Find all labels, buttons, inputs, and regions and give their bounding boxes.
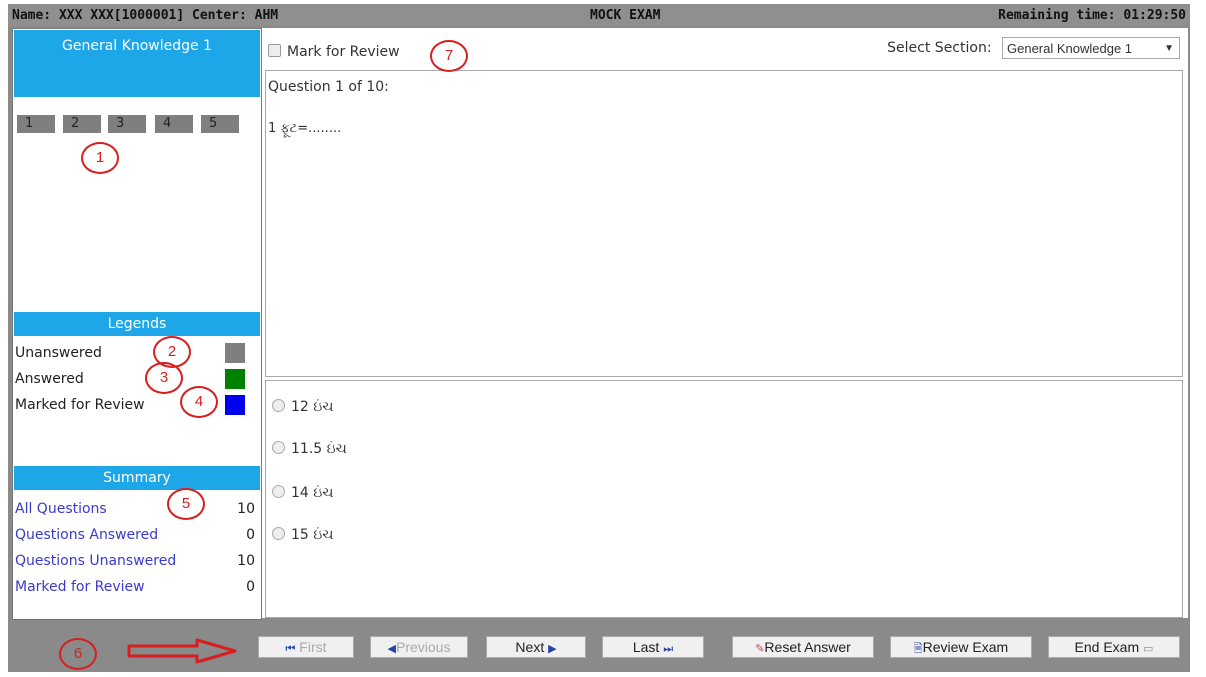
summary-value: 10 [237, 553, 255, 569]
question-text: 1 ફૂટ=........ [268, 121, 342, 136]
previous-button[interactable]: ◀Previous [370, 636, 468, 658]
chevron-right-icon: ▶ [548, 643, 557, 655]
exam-header: Name: XXX XXX[1000001] Center: AHM MOCK … [8, 4, 1190, 26]
chevron-down-icon: ▼ [1164, 43, 1174, 54]
question-number-button[interactable]: 3 [108, 115, 146, 133]
answer-option[interactable]: 12 ઇંચ [272, 399, 333, 415]
question-number-button[interactable]: 1 [17, 115, 55, 133]
summary-title: Summary [14, 466, 260, 490]
question-number-button[interactable]: 5 [201, 115, 239, 133]
summary-row: Questions Unanswered 10 [15, 553, 255, 569]
legend-answered-label: Answered [15, 371, 84, 387]
answer-option-label: 12 ઇંચ [291, 399, 334, 415]
annotation-marker: 6 [59, 638, 97, 670]
answer-option-label: 15 ઇંચ [291, 527, 334, 543]
summary-value: 10 [237, 501, 255, 517]
annotation-marker: 7 [430, 40, 468, 72]
radio-button[interactable] [272, 441, 285, 454]
remaining-time: Remaining time: 01:29:50 [998, 8, 1186, 23]
chevron-left-icon: ◀ [387, 643, 396, 655]
candidate-info: Name: XXX XXX[1000001] Center: AHM [12, 8, 279, 23]
summary-all-questions-link[interactable]: All Questions [15, 501, 107, 517]
last-button-label: Last [632, 639, 660, 655]
reset-answer-label: Reset Answer [764, 639, 851, 655]
summary-unanswered-link[interactable]: Questions Unanswered [15, 553, 176, 569]
skip-first-icon: ⏮ [285, 643, 296, 655]
legend-answered-swatch [225, 369, 245, 389]
legends-title: Legends [14, 312, 260, 336]
reset-answer-button[interactable]: ✎Reset Answer [732, 636, 874, 658]
legend-review-label: Marked for Review [15, 397, 145, 413]
last-button[interactable]: Last ⏭ [602, 636, 704, 658]
mark-for-review-checkbox[interactable] [268, 44, 281, 57]
answer-option[interactable]: 14 ઇંચ [272, 485, 333, 501]
answer-option[interactable]: 15 ઇંચ [272, 527, 333, 543]
first-button-label: First [299, 639, 327, 655]
summary-answered-link[interactable]: Questions Answered [15, 527, 158, 543]
window-icon: ▭ [1143, 643, 1154, 655]
document-icon: 🗎 [913, 643, 923, 655]
question-box: Question 1 of 10: 1 ફૂટ=........ [265, 70, 1183, 377]
annotation-marker: 3 [145, 362, 183, 394]
options-box: 12 ઇંચ 11.5 ઇંચ 14 ઇંચ 15 ઇંચ [265, 380, 1183, 618]
select-section-label: Select Section: [887, 40, 992, 56]
skip-last-icon: ⏭ [663, 643, 674, 655]
exam-title: MOCK EXAM [590, 8, 661, 23]
question-header: Question 1 of 10: [268, 79, 389, 95]
exam-window: Name: XXX XXX[1000001] Center: AHM MOCK … [8, 4, 1190, 672]
summary-value: 0 [246, 579, 255, 595]
legend-review-swatch [225, 395, 245, 415]
answer-option[interactable]: 11.5 ઇંચ [272, 441, 347, 457]
end-exam-button[interactable]: End Exam ▭ [1048, 636, 1180, 658]
annotation-marker: 1 [81, 142, 119, 174]
summary-marked-link[interactable]: Marked for Review [15, 579, 145, 595]
legend-unanswered-swatch [225, 343, 245, 363]
summary-value: 0 [246, 527, 255, 543]
question-number-button[interactable]: 2 [63, 115, 101, 133]
previous-button-label: Previous [396, 639, 451, 655]
section-select[interactable]: General Knowledge 1 ▼ [1002, 37, 1180, 59]
summary-row: Marked for Review 0 [15, 579, 255, 595]
answer-option-label: 14 ઇંચ [291, 485, 334, 501]
end-exam-label: End Exam [1074, 639, 1140, 655]
review-exam-label: Review Exam [922, 639, 1009, 655]
next-button-label: Next [515, 639, 545, 655]
answer-option-label: 11.5 ઇંચ [291, 441, 347, 457]
next-button[interactable]: Next ▶ [486, 636, 586, 658]
radio-button[interactable] [272, 485, 285, 498]
annotation-marker: 4 [180, 386, 218, 418]
section-title: General Knowledge 1 [14, 30, 260, 97]
summary-row: Questions Answered 0 [15, 527, 255, 543]
arrow-right-icon [127, 638, 237, 664]
first-button[interactable]: ⏮ First [258, 636, 354, 658]
radio-button[interactable] [272, 399, 285, 412]
question-number-button[interactable]: 4 [155, 115, 193, 133]
legend-unanswered-label: Unanswered [15, 345, 102, 361]
question-panel: Mark for Review Select Section: General … [262, 28, 1188, 618]
summary-row: All Questions 10 [15, 501, 255, 517]
annotation-marker: 5 [167, 488, 205, 520]
radio-button[interactable] [272, 527, 285, 540]
review-exam-button[interactable]: 🗎Review Exam [890, 636, 1032, 658]
select-section-control: Select Section: General Knowledge 1 ▼ [887, 37, 1180, 59]
section-select-value: General Knowledge 1 [1007, 41, 1133, 56]
mark-for-review-control[interactable]: Mark for Review [268, 44, 400, 60]
left-panel: General Knowledge 1 1 2 3 4 5 Legends Un… [12, 28, 262, 620]
mark-for-review-label: Mark for Review [287, 44, 400, 60]
